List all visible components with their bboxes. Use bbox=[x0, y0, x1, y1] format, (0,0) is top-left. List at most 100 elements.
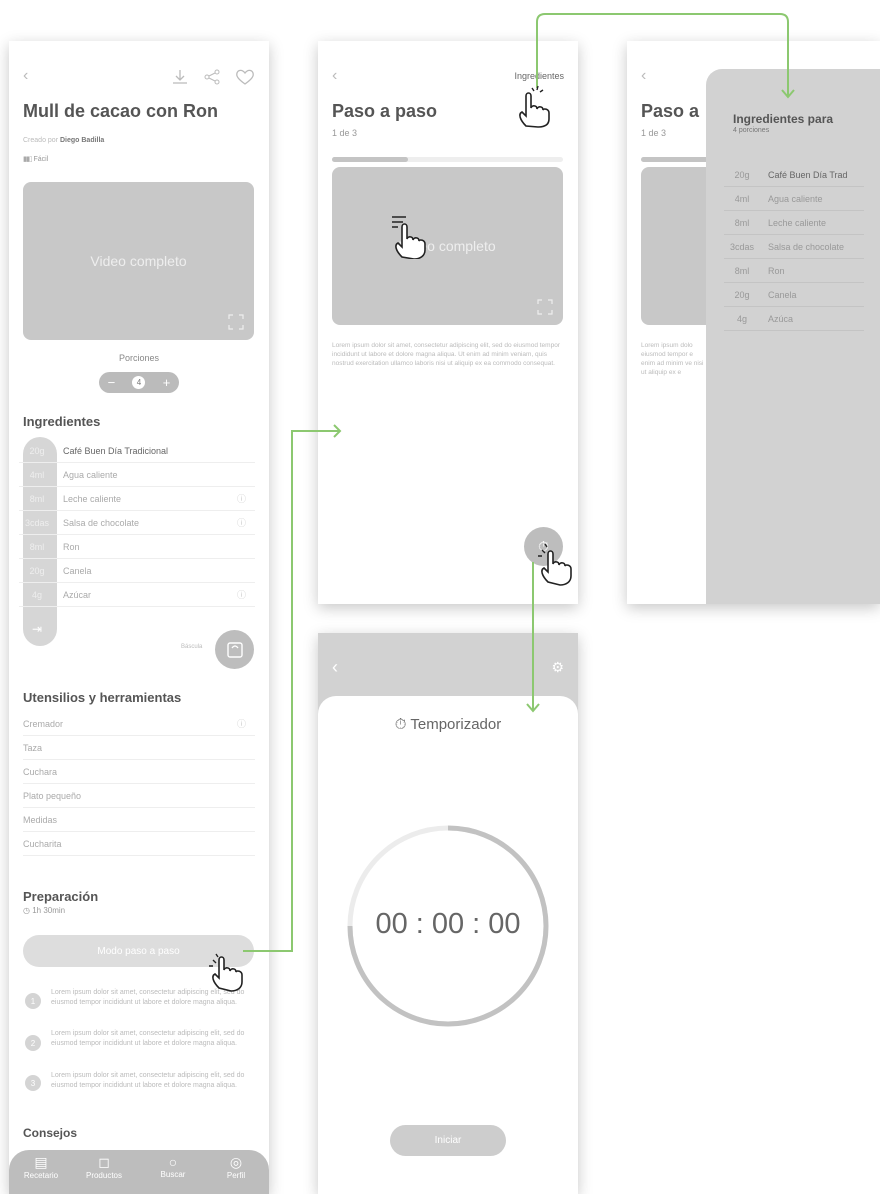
ingredient-row: 20g Canela bbox=[724, 283, 864, 307]
tool-row: Cremador ⓘ bbox=[23, 712, 255, 736]
back-icon[interactable]: ‹ bbox=[641, 67, 646, 85]
tab-productos[interactable]: ◻ Productos bbox=[79, 1150, 129, 1180]
prep-time: 1h 30min bbox=[32, 906, 66, 915]
ingredient-row: 8ml Leche caliente ⓘ bbox=[19, 487, 255, 511]
full-video-player[interactable]: Video completo bbox=[23, 182, 254, 340]
sheet-title: Ingredientes para bbox=[733, 112, 834, 126]
recipe-title: Mull de cacao con Ron bbox=[23, 101, 219, 121]
heart-icon[interactable] bbox=[235, 68, 255, 86]
step-number: 1 bbox=[25, 993, 41, 1009]
timer-panel: ⏱ Temporizador 00 : 00 : 00 Iniciar bbox=[318, 696, 578, 1194]
video-label: Video completo bbox=[90, 253, 187, 269]
step-progress-bar bbox=[332, 157, 563, 162]
tap-gesture-icon bbox=[538, 543, 572, 586]
created-by-label: Creado por bbox=[23, 137, 59, 144]
ingredient-row: 8ml Ron bbox=[19, 535, 255, 559]
tab-buscar[interactable]: ○ Buscar bbox=[148, 1150, 198, 1179]
stopwatch-icon: ⏱ bbox=[394, 716, 407, 733]
difficulty-row: ▮▮▯ Fácil bbox=[23, 155, 48, 163]
ingredient-row: 20g Canela bbox=[19, 559, 255, 583]
tool-row: Medidas bbox=[23, 808, 255, 832]
step-counter: 1 de 3 bbox=[641, 128, 667, 138]
tool-row: Plato pequeño bbox=[23, 784, 255, 808]
search-icon: ○ bbox=[168, 1154, 178, 1170]
fullscreen-icon[interactable] bbox=[228, 314, 244, 330]
info-icon[interactable]: ⓘ bbox=[237, 492, 255, 505]
clock-icon: ◷ bbox=[23, 906, 30, 915]
recipe-detail-screen: ‹ Mull de cacao con Ron Creado por Diego… bbox=[9, 41, 269, 1194]
gear-icon[interactable]: ⚙ bbox=[551, 659, 564, 676]
ingredient-row: 8ml Ron bbox=[724, 259, 864, 283]
share-icon[interactable] bbox=[203, 68, 221, 86]
step-number: 2 bbox=[25, 1035, 41, 1051]
tool-row: Cuchara bbox=[23, 760, 255, 784]
fullscreen-icon[interactable] bbox=[537, 299, 553, 315]
bag-icon: ◻ bbox=[98, 1154, 110, 1170]
tools-list: Cremador ⓘ Taza Cuchara Plato pequeño Med… bbox=[23, 712, 255, 862]
difficulty-bars-icon: ▮▮▯ bbox=[23, 156, 33, 163]
ingredient-row: 20g Café Buen Día Tradicional bbox=[19, 439, 255, 463]
scale-label: Báscula bbox=[181, 644, 203, 650]
ingredient-row: 3cdas Salsa de chocolate bbox=[724, 235, 864, 259]
step-description: Lorem ipsum dolo eiusmod tempor e enim a… bbox=[641, 342, 704, 376]
author-name: Diego Badilla bbox=[59, 137, 105, 144]
ingredient-row: 20g Café Buen Día Trad bbox=[724, 163, 864, 187]
tap-gesture-icon bbox=[209, 953, 243, 992]
tap-gesture-icon bbox=[519, 85, 550, 128]
ingredient-row: 4g Azúca bbox=[724, 307, 864, 331]
collapse-arrows-icon[interactable]: ⇥ bbox=[32, 622, 42, 636]
tool-row: Taza bbox=[23, 736, 255, 760]
step-text: Lorem ipsum dolor sit amet, consectetur … bbox=[51, 1072, 245, 1089]
back-icon[interactable]: ‹ bbox=[23, 67, 28, 85]
ingredients-sheet-screen: ‹ Paso a 1 de 3 V Lorem ipsum dolo eiusm… bbox=[627, 41, 880, 604]
sheet-ingredients-list: 20g Café Buen Día Trad 4ml Agua caliente 8… bbox=[724, 163, 864, 331]
back-icon[interactable]: ‹ bbox=[332, 657, 338, 678]
step-description: Lorem ipsum dolor sit amet, consectetur … bbox=[332, 342, 560, 367]
info-icon[interactable]: ⓘ bbox=[237, 516, 255, 529]
portions-label: Porciones bbox=[118, 353, 160, 363]
step-title: Paso a bbox=[641, 101, 700, 121]
step-video-player[interactable]: Video completo bbox=[332, 167, 563, 325]
scale-icon bbox=[226, 641, 243, 658]
step-title: Paso a paso bbox=[332, 101, 438, 121]
step-progress-fill bbox=[332, 157, 409, 162]
download-icon[interactable] bbox=[171, 68, 189, 86]
timer-display: 00 : 00 : 00 bbox=[375, 908, 521, 940]
increment-button[interactable]: + bbox=[163, 375, 171, 390]
timer-screen: ‹ ⚙ ⏱ Temporizador 00 : 00 : 00 Iniciar bbox=[318, 633, 578, 1194]
difficulty-label: Fácil bbox=[33, 156, 49, 163]
ingredient-row: 4ml Agua caliente bbox=[19, 463, 255, 487]
timer-header: ⏱ Temporizador bbox=[318, 716, 578, 733]
portions-stepper[interactable]: − 4 + bbox=[99, 372, 179, 393]
recipe-author-line: Creado por Diego Badilla bbox=[23, 137, 104, 144]
ingredient-row: 8ml Leche caliente bbox=[724, 211, 864, 235]
ingredients-heading: Ingredientes bbox=[23, 414, 101, 429]
start-button[interactable]: Iniciar bbox=[390, 1125, 506, 1156]
tab-recetario[interactable]: ▤ Recetario bbox=[16, 1150, 66, 1180]
info-icon[interactable]: ⓘ bbox=[237, 717, 255, 730]
preparation-heading: Preparación bbox=[23, 889, 99, 904]
decrement-button[interactable]: − bbox=[108, 375, 116, 390]
ingredient-row: 4g Azúcar ⓘ bbox=[19, 583, 255, 607]
portions-value: 4 bbox=[132, 376, 146, 389]
profile-icon: ◎ bbox=[229, 1154, 243, 1170]
swipe-gesture-icon bbox=[392, 216, 426, 259]
tab-perfil[interactable]: ◎ Perfil bbox=[211, 1150, 261, 1180]
timer-title: Temporizador bbox=[410, 716, 502, 733]
ingredients-side-sheet: Ingredientes para 4 porciones 20g Café Bu… bbox=[706, 69, 880, 604]
bottom-tab-bar: ▤ Recetario ◻ Productos ○ Buscar ◎ Perfil bbox=[9, 1150, 269, 1194]
step-text: Lorem ipsum dolor sit amet, consectetur … bbox=[51, 1030, 245, 1047]
step-number: 3 bbox=[25, 1075, 41, 1091]
ingredient-row: 4ml Agua caliente bbox=[724, 187, 864, 211]
info-icon[interactable]: ⓘ bbox=[237, 588, 255, 601]
ingredient-row: 3cdas Salsa de chocolate ⓘ bbox=[19, 511, 255, 535]
step-counter: 1 de 3 bbox=[332, 128, 358, 138]
book-icon: ▤ bbox=[34, 1154, 48, 1170]
ingredients-list: 20g Café Buen Día Tradicional 4ml Agua cal… bbox=[19, 439, 255, 609]
scale-button[interactable] bbox=[215, 630, 254, 669]
prep-time-row: ◷ 1h 30min bbox=[23, 906, 65, 915]
tips-heading: Consejos bbox=[23, 1126, 78, 1140]
tool-row: Cucharita bbox=[23, 832, 255, 856]
back-icon[interactable]: ‹ bbox=[332, 67, 337, 85]
tools-heading: Utensilios y herramientas bbox=[23, 690, 182, 705]
